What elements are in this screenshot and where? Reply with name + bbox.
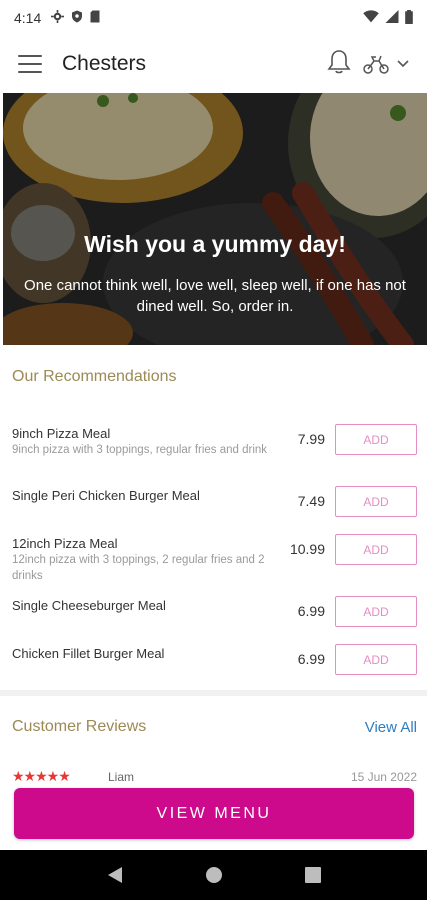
item-name: Single Cheeseburger Meal (12, 598, 166, 613)
hero-subtext: One cannot think well, love well, sleep … (24, 277, 406, 315)
item-description: 12inch pizza with 3 toppings, 2 regular … (12, 554, 265, 582)
battery-icon (405, 9, 413, 27)
item-description: 9inch pizza with 3 toppings, regular fri… (12, 444, 268, 456)
system-nav-bar (0, 850, 427, 900)
bell-icon[interactable] (327, 49, 351, 80)
item-price: 10.99 (289, 541, 325, 557)
home-icon[interactable] (194, 855, 234, 895)
app-bar: Chesters (0, 36, 427, 92)
menu-icon[interactable] (18, 55, 42, 73)
add-button[interactable]: ADD (335, 596, 417, 627)
wifi-icon (363, 10, 379, 26)
view-menu-button[interactable]: VIEW MENU (14, 788, 414, 839)
reviews-title: Customer Reviews (12, 718, 147, 735)
reviewer-name: Liam (108, 770, 135, 782)
item-price: 7.49 (297, 493, 325, 509)
reviews-header: Customer Reviews View All (12, 718, 417, 736)
add-button[interactable]: ADD (335, 486, 417, 517)
view-all-link[interactable]: View All (365, 719, 417, 736)
status-time: 4:14 (14, 10, 42, 26)
item-name: 12inch Pizza Meal (12, 536, 118, 551)
shield-icon (71, 10, 83, 26)
recommendations-title: Our Recommendations (12, 368, 177, 385)
item-price: 7.99 (297, 431, 325, 447)
status-bar: 4:14 (0, 0, 427, 36)
item-name: Single Peri Chicken Burger Meal (12, 488, 200, 503)
scooter-icon[interactable] (363, 53, 409, 75)
signal-icon (385, 10, 399, 26)
section-divider (0, 690, 427, 696)
add-button[interactable]: ADD (335, 644, 417, 675)
hero-banner: Wish you a yummy day! One cannot think w… (3, 93, 427, 345)
rating-stars: ★★★★★ (12, 768, 71, 782)
item-name: Chicken Fillet Burger Meal (12, 646, 165, 661)
recents-icon[interactable] (293, 855, 333, 895)
page-title: Chesters (62, 52, 147, 75)
review-date: 15 Jun 2022 (350, 770, 417, 782)
chevron-down-icon[interactable] (397, 60, 409, 68)
settings-icon (51, 10, 65, 26)
add-button[interactable]: ADD (335, 424, 417, 455)
review-item: ★★★★★ Liam 15 Jun 2022 (12, 768, 417, 782)
add-button[interactable]: ADD (335, 534, 417, 565)
item-name: 9inch Pizza Meal (12, 426, 111, 441)
item-price: 6.99 (297, 651, 325, 667)
back-icon[interactable] (95, 855, 135, 895)
hero-headline: Wish you a yummy day! (84, 231, 346, 257)
item-price: 6.99 (297, 603, 325, 619)
sim-card-icon (90, 10, 100, 26)
